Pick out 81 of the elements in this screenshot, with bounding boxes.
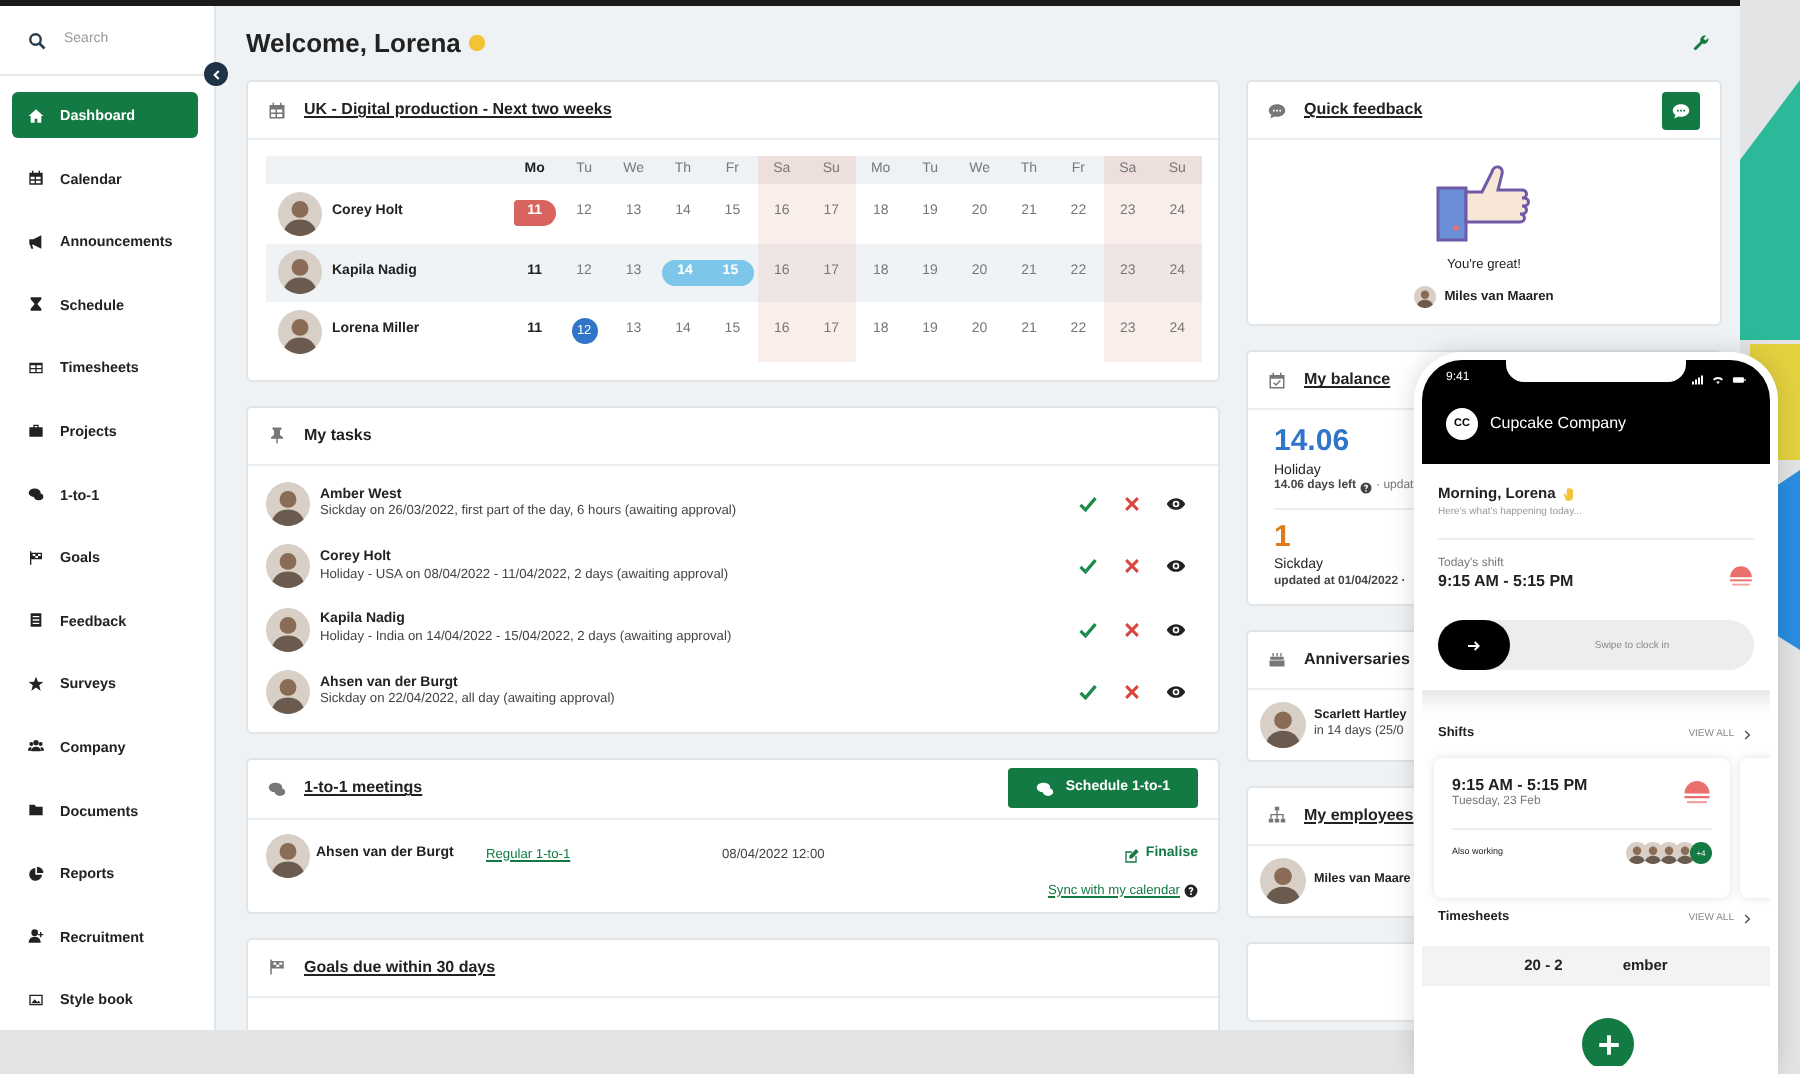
- megaphone-icon: [28, 233, 44, 250]
- chat-icon: [1035, 779, 1054, 798]
- shift-time: 9:15 AM - 5:15 PM: [1452, 776, 1588, 795]
- briefcase-icon: [28, 422, 44, 439]
- check-icon[interactable]: [1078, 682, 1098, 703]
- close-icon[interactable]: [1122, 682, 1142, 703]
- sitemap-icon: [1268, 806, 1286, 825]
- cake-icon: [1268, 650, 1286, 669]
- calendar-check-icon: [1268, 371, 1286, 390]
- add-button[interactable]: [1582, 1018, 1634, 1066]
- avatar: [1260, 701, 1306, 748]
- avatar: [278, 191, 322, 236]
- chevron-left-icon: [209, 67, 223, 81]
- calendar-icon: [28, 170, 44, 187]
- home-icon: [28, 107, 44, 123]
- search-icon: [28, 31, 46, 49]
- user-plus-icon: [28, 928, 44, 945]
- waving-hand-icon: [1561, 485, 1578, 502]
- balance-value: 1: [1274, 521, 1291, 555]
- hourglass-icon: [28, 296, 44, 313]
- wifi-icon: [1712, 374, 1724, 386]
- avatar: [1260, 857, 1306, 904]
- avatar: [1414, 286, 1437, 309]
- eye-icon[interactable]: [1166, 556, 1186, 577]
- eye-icon[interactable]: [1166, 682, 1186, 703]
- eye-icon[interactable]: [1166, 494, 1186, 515]
- swipe-handle[interactable]: [1438, 620, 1510, 671]
- widget-title-link[interactable]: My balance: [1304, 370, 1391, 391]
- close-icon[interactable]: [1122, 619, 1142, 640]
- avatar: [266, 544, 310, 589]
- flag-icon: [28, 549, 44, 566]
- check-icon[interactable]: [1078, 556, 1098, 577]
- folder-icon: [28, 802, 44, 819]
- widget-title-link[interactable]: Goals due within 30 days: [304, 957, 496, 978]
- battery-icon: [1732, 374, 1746, 386]
- eye-icon[interactable]: [1166, 619, 1186, 640]
- pin-icon: [268, 426, 286, 444]
- avatar: [266, 833, 310, 878]
- widget-title-link[interactable]: 1-to-1 meetings: [304, 778, 423, 799]
- company-name: Cupcake Company: [1490, 414, 1627, 434]
- chevron-right-icon: [1740, 911, 1754, 926]
- pie-chart-icon: [28, 865, 44, 882]
- arrow-right-icon: [1466, 637, 1482, 654]
- chat-bubble-icon: [1672, 101, 1690, 119]
- wrench-icon: [1692, 33, 1710, 52]
- avatar: [266, 482, 310, 527]
- help-icon: [1184, 884, 1198, 899]
- calendar-icon: [268, 101, 286, 119]
- close-icon[interactable]: [1122, 556, 1142, 577]
- flag-icon: [268, 958, 286, 977]
- widget-title: Anniversaries: [1304, 649, 1410, 670]
- chat-bubble-icon: [1268, 101, 1286, 119]
- image-icon: [28, 991, 44, 1008]
- widget-title-link[interactable]: UK - Digital production - Next two weeks: [304, 100, 612, 120]
- check-icon[interactable]: [1078, 494, 1098, 515]
- table-icon: [28, 359, 44, 376]
- edit-icon: [1123, 847, 1140, 864]
- collapse-button[interactable]: [204, 62, 228, 86]
- document-icon: [28, 612, 44, 629]
- widget-title-link[interactable]: Quick feedback: [1304, 100, 1423, 120]
- widget-title: My tasks: [304, 425, 372, 445]
- chevron-right-icon: [1740, 727, 1754, 742]
- close-icon[interactable]: [1122, 494, 1142, 515]
- avatar: [278, 309, 322, 354]
- balance-value: 14.06: [1274, 426, 1350, 460]
- chat-icon: [28, 486, 44, 503]
- page-title: Welcome, Lorena: [246, 27, 461, 59]
- feedback-button[interactable]: [1662, 91, 1700, 129]
- star-icon: [28, 675, 44, 692]
- chat-icon: [268, 779, 286, 798]
- sunset-icon: [1728, 561, 1754, 588]
- users-icon: [28, 738, 44, 755]
- widget-title-link[interactable]: My employees: [1304, 805, 1414, 826]
- plus-icon: [1595, 1031, 1621, 1057]
- sunset-icon: [1682, 776, 1712, 807]
- avatar: [278, 250, 322, 295]
- avatar: [266, 670, 310, 715]
- signal-icon: [1692, 374, 1704, 386]
- avatar: [266, 607, 310, 652]
- shift-time: 9:15 AM - 5:15 PM: [1438, 572, 1574, 593]
- check-icon[interactable]: [1078, 619, 1098, 640]
